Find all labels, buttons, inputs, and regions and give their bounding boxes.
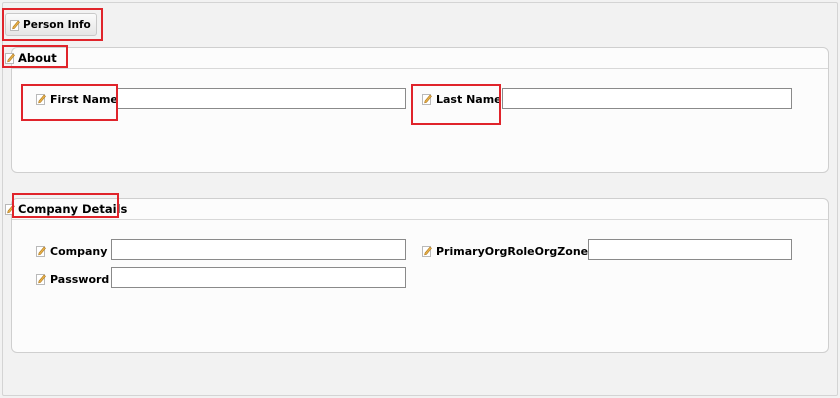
pencil-icon [36,93,46,105]
first-name-label: First Name : [36,89,126,109]
pencil-icon [5,52,15,64]
company-label: Company : [36,241,116,261]
pencil-icon [36,273,46,285]
pencil-icon [422,93,432,105]
panel-divider [12,219,828,220]
about-title: About [18,51,57,65]
password-label-text: Password : [50,272,118,286]
password-label: Password : [36,269,118,289]
about-panel: About [5,47,829,173]
company-label-text: Company : [50,244,116,258]
pencil-icon [422,245,432,257]
panel-divider [12,68,828,69]
about-header: About [3,48,829,68]
org-zone-label: PrimaryOrgRoleOrgZoneID : [422,241,610,261]
first-name-field[interactable] [116,88,406,109]
password-field[interactable] [111,267,406,288]
last-name-field[interactable] [502,88,792,109]
company-field[interactable] [111,239,406,260]
company-details-title: Company Details [18,202,128,216]
last-name-label-text: Last Name : [436,92,510,106]
pencil-icon [10,19,20,31]
pencil-icon [36,245,46,257]
first-name-label-text: First Name : [50,92,127,106]
last-name-label: Last Name : [422,89,510,109]
tab-person-info[interactable]: Person Info [5,13,97,36]
tab-label: Person Info [23,18,91,31]
org-zone-label-text: PrimaryOrgRoleOrgZoneID : [436,244,610,258]
company-details-header: Company Details [3,199,829,219]
org-zone-field[interactable] [588,239,792,260]
pencil-icon [5,203,15,215]
